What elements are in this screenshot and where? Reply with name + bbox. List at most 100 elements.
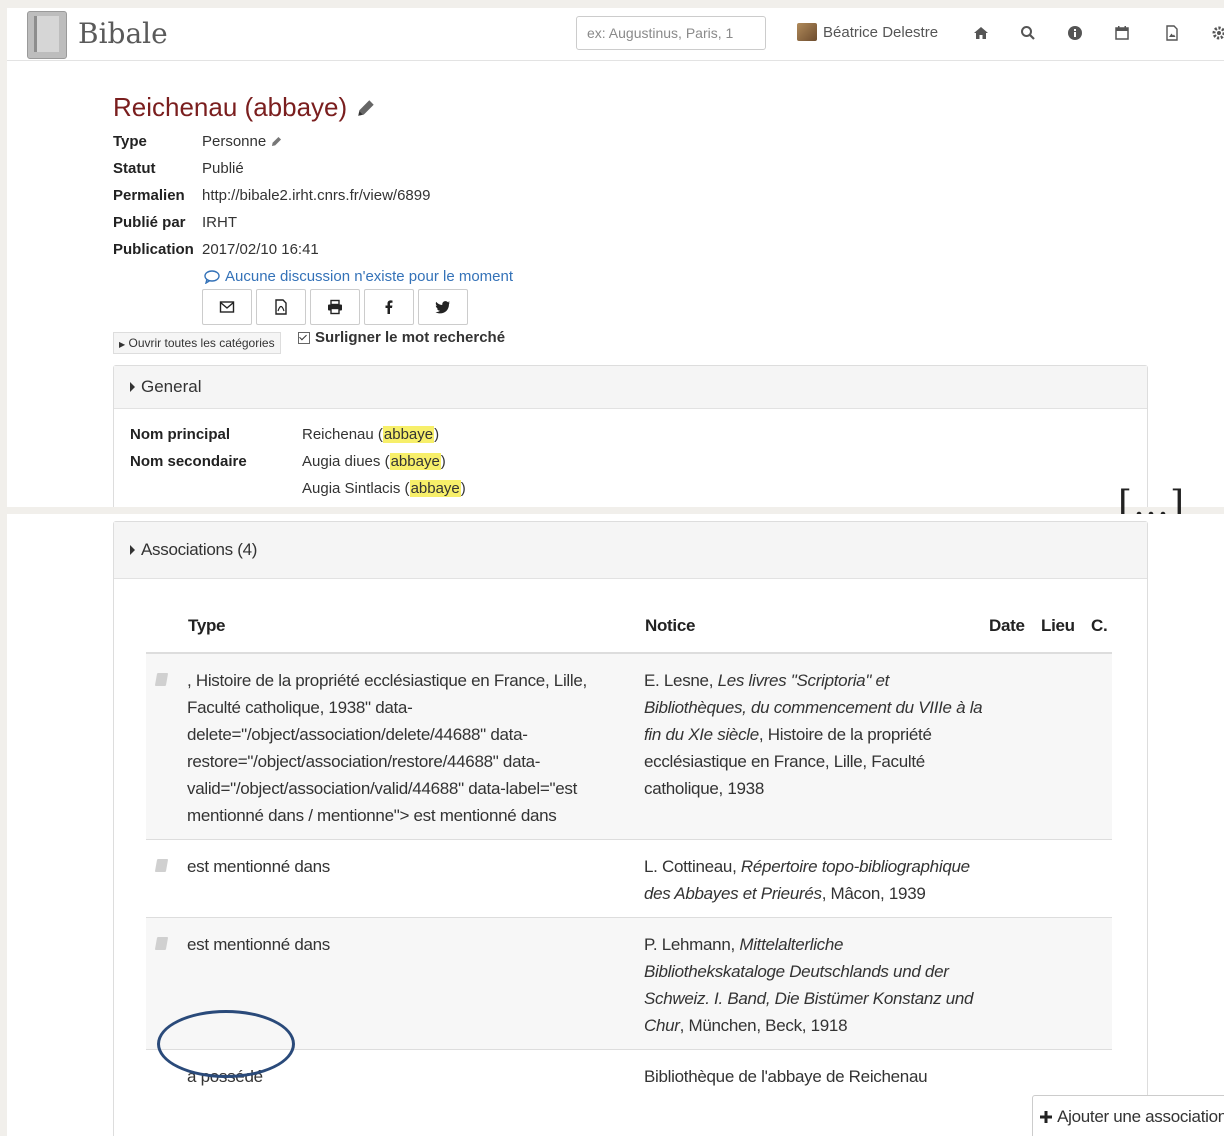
discussion-link[interactable]: Aucune discussion n'existe pour le momen…: [204, 268, 513, 285]
notice-author[interactable]: E. Lesne,: [644, 671, 718, 690]
comment-icon: [204, 269, 220, 284]
checkbox-icon[interactable]: [298, 331, 310, 344]
home-icon[interactable]: [971, 22, 991, 44]
record-title-text: Reichenau (abbaye): [113, 92, 348, 122]
primary-name-value: Reichenau (abbaye): [302, 426, 440, 443]
associations-section: Associations (4) Type Notice Date Lieu C…: [113, 521, 1224, 1136]
calendar-icon[interactable]: [1112, 22, 1132, 44]
pdf-file-icon: [275, 299, 287, 315]
edit-pencil-icon[interactable]: [270, 135, 283, 148]
section-title: General: [141, 377, 202, 396]
highlight-label: Surligner le mot recherché: [315, 329, 506, 346]
meta-label: Type: [113, 133, 147, 150]
twitter-icon: [435, 301, 450, 314]
column-header-c[interactable]: C.: [1090, 600, 1112, 654]
meta-label: Publié par: [113, 214, 186, 231]
document-icon[interactable]: [154, 859, 169, 872]
table-row: , Histoire de la propriété ecclésiastiqu…: [146, 652, 1112, 840]
name-text: Augia Sintlacis: [302, 480, 401, 497]
document-icon[interactable]: [154, 673, 169, 686]
info-icon[interactable]: [1065, 22, 1085, 44]
add-association-label: Ajouter une association: [1057, 1107, 1224, 1126]
association-notice[interactable]: E. Lesne, Les livres "Scriptoria" et Bib…: [644, 652, 988, 840]
open-all-categories-button[interactable]: ▶ Ouvrir toutes les catégories: [113, 332, 281, 354]
column-header-type[interactable]: Type: [187, 600, 644, 654]
column-header-notice[interactable]: Notice: [644, 600, 988, 654]
general-section-header[interactable]: General: [114, 366, 1147, 409]
search-icon[interactable]: [1018, 22, 1038, 44]
association-notice[interactable]: Bibliothèque de l'abbaye de Reichenau: [644, 1049, 988, 1100]
association-type: est mentionné dans: [187, 839, 644, 918]
meta-type-value: Personne: [202, 133, 267, 150]
document-icon[interactable]: [154, 937, 169, 950]
association-type: est mentionné dans: [187, 917, 644, 1050]
table-row: a possédé Bibliothèque de l'abbaye de Re…: [146, 1049, 1112, 1100]
column-header-date[interactable]: Date: [988, 600, 1040, 654]
general-section: General Nom principal Reichenau (abbaye)…: [113, 365, 1148, 507]
highlighted-term: abbaye: [409, 480, 461, 497]
name-text: Augia diues: [302, 453, 381, 470]
brand-name[interactable]: Bibale: [78, 17, 168, 50]
place-cell: [1040, 917, 1090, 1050]
meta-value: IRHT: [202, 214, 237, 231]
gear-icon[interactable]: [1209, 22, 1224, 44]
plus-icon: [1040, 1111, 1053, 1123]
c-cell: [1090, 652, 1112, 840]
user-avatar: [797, 23, 817, 41]
navbar: Bibale Béatrice Delestre: [7, 8, 1224, 61]
envelope-icon: [219, 301, 235, 313]
highlight-search-toggle[interactable]: Surligner le mot recherché: [298, 329, 505, 346]
highlighted-term: abbaye: [389, 453, 441, 470]
association-type: , Histoire de la propriété ecclésiastiqu…: [187, 652, 644, 840]
caret-right-icon: [130, 545, 135, 555]
secondary-name-value: Augia Sintlacis (abbaye): [302, 480, 466, 497]
twitter-share-button[interactable]: [418, 289, 468, 325]
user-menu[interactable]: Béatrice Delestre: [797, 23, 938, 41]
record-panel-bottom: Associations (4) Type Notice Date Lieu C…: [7, 514, 1224, 1136]
associations-section-header[interactable]: Associations (4): [114, 522, 1147, 579]
share-toolbar: [202, 289, 472, 325]
facebook-icon: [385, 300, 393, 314]
general-section-body: Nom principal Reichenau (abbaye) Nom sec…: [114, 409, 1147, 507]
notice-details[interactable]: , Mâcon, 1939: [822, 884, 926, 903]
permalink-link[interactable]: http://bibale2.irht.cnrs.fr/view/6899: [202, 187, 430, 204]
search-input[interactable]: [576, 16, 766, 50]
secondary-name-label: Nom secondaire: [130, 453, 247, 470]
associations-table: Type Notice Date Lieu C. , Histoire de l…: [146, 600, 1112, 1100]
icon-column-header: [146, 600, 187, 654]
date-cell: [988, 917, 1040, 1050]
notice-details[interactable]: , München, Beck, 1918: [680, 1016, 848, 1035]
add-association-button[interactable]: Ajouter une association: [1032, 1095, 1224, 1136]
record-panel-top: Bibale Béatrice Delestre Reichenau (abba…: [7, 8, 1224, 507]
facebook-share-button[interactable]: [364, 289, 414, 325]
pdf-export-button[interactable]: [256, 289, 306, 325]
bibale-logo[interactable]: [27, 11, 67, 59]
c-cell: [1090, 839, 1112, 918]
association-notice[interactable]: P. Lehmann, Mittelalterliche Bibliotheks…: [644, 917, 988, 1050]
print-button[interactable]: [310, 289, 360, 325]
user-name: Béatrice Delestre: [823, 23, 939, 41]
meta-value: 2017/02/10 16:41: [202, 241, 319, 258]
email-share-button[interactable]: [202, 289, 252, 325]
column-header-place[interactable]: Lieu: [1040, 600, 1090, 654]
meta-value: Publié: [202, 160, 244, 177]
edit-pencil-icon[interactable]: [355, 97, 377, 119]
association-type: a possédé: [187, 1049, 644, 1100]
notice-author[interactable]: P. Lehmann,: [644, 935, 739, 954]
date-cell: [988, 652, 1040, 840]
image-file-icon[interactable]: [1162, 22, 1182, 44]
date-cell: [988, 1049, 1040, 1100]
table-header-row: Type Notice Date Lieu C.: [146, 600, 1112, 654]
section-title: Associations (4): [141, 540, 258, 559]
table-row: est mentionné dans P. Lehmann, Mittelalt…: [146, 917, 1112, 1050]
place-cell: [1040, 1049, 1090, 1100]
secondary-name-value: Augia diues (abbaye): [302, 453, 446, 470]
notice-details[interactable]: Bibliothèque de l'abbaye de Reichenau: [644, 1067, 928, 1086]
printer-icon: [328, 299, 342, 315]
association-notice[interactable]: L. Cottineau, Répertoire topo-bibliograp…: [644, 839, 988, 918]
meta-value: Personne: [202, 133, 283, 150]
notice-author[interactable]: L. Cottineau,: [644, 857, 741, 876]
meta-label: Statut: [113, 160, 156, 177]
meta-label: Publication: [113, 241, 194, 258]
c-cell: [1090, 917, 1112, 1050]
